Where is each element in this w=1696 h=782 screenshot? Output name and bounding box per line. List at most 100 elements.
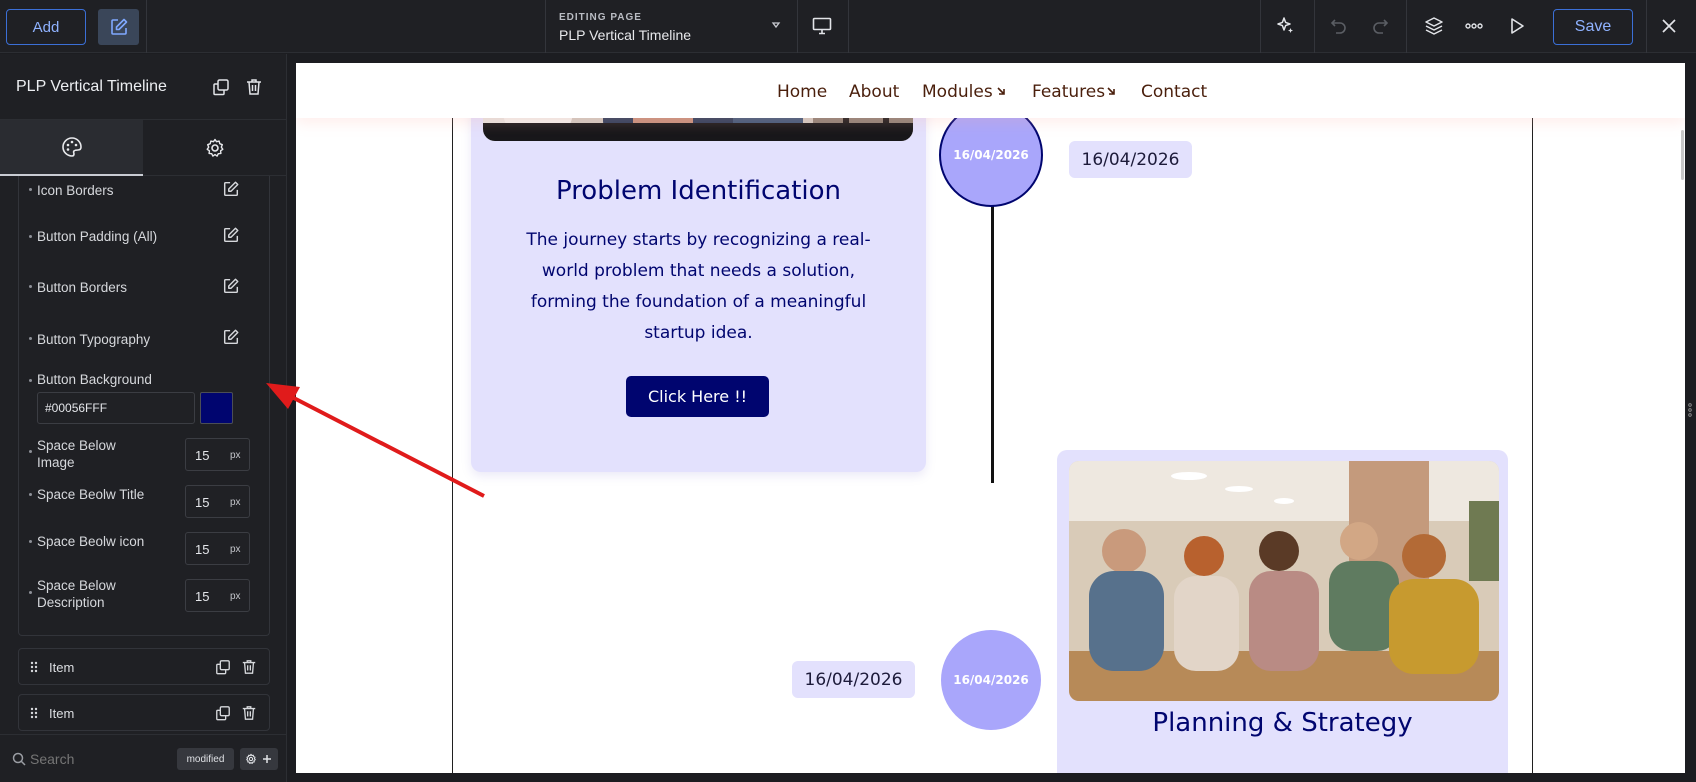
- unit: px: [230, 544, 241, 555]
- timeline-date-circle: 16/04/2026: [941, 630, 1041, 730]
- edit-mode-button[interactable]: [98, 9, 139, 45]
- close-button[interactable]: [1652, 9, 1686, 43]
- palette-icon: [61, 137, 82, 157]
- container-guide-right: [1532, 63, 1533, 773]
- delete-module-button[interactable]: [237, 70, 271, 104]
- item-label: Item: [49, 706, 75, 721]
- more-dots-icon: [1465, 23, 1483, 29]
- item-label: Item: [49, 660, 75, 675]
- field-label: Button Background: [37, 372, 152, 387]
- nav-features[interactable]: Features: [1032, 82, 1105, 102]
- panel-header: PLP Vertical Timeline: [0, 54, 287, 120]
- list-item[interactable]: Item: [18, 694, 270, 731]
- button-background-input[interactable]: #00056FFF: [37, 392, 195, 424]
- date-badge: 16/04/2026: [792, 661, 915, 698]
- copy-icon[interactable]: [215, 705, 231, 721]
- bullet: [29, 188, 32, 191]
- ai-assist-button[interactable]: [1268, 9, 1302, 43]
- list-item[interactable]: Item: [18, 648, 270, 685]
- field-icon-borders[interactable]: Icon Borders: [19, 176, 271, 216]
- page-canvas: Problem Identification The journey start…: [296, 63, 1685, 773]
- undo-icon: [1330, 19, 1346, 34]
- layers-icon: [1425, 17, 1443, 35]
- field-label: Space Below Description: [37, 578, 116, 610]
- plus-icon: [263, 755, 271, 763]
- edit-icon[interactable]: [222, 226, 240, 244]
- filter-settings-button[interactable]: [240, 748, 278, 770]
- panel-footer: modified: [0, 734, 287, 782]
- value: 15: [195, 448, 210, 463]
- field-button-borders[interactable]: Button Borders: [19, 274, 271, 314]
- field-button-padding[interactable]: Button Padding (All): [19, 223, 271, 263]
- unit: px: [230, 591, 241, 602]
- field-label: Space Beolw icon: [37, 534, 145, 549]
- arrow-down-right-icon: [1107, 87, 1115, 95]
- value: 15: [195, 542, 210, 557]
- field-label: Button Borders: [37, 280, 128, 295]
- sparkle-icon: [1277, 17, 1293, 33]
- layers-button[interactable]: [1417, 9, 1451, 43]
- card-title: Problem Identification: [555, 176, 842, 206]
- pencil-square-icon: [110, 18, 127, 35]
- nav-modules[interactable]: Modules: [922, 82, 993, 102]
- field-label: Space Beolw Title: [37, 487, 145, 502]
- click-here-button[interactable]: Click Here !!: [626, 376, 769, 417]
- copy-icon[interactable]: [215, 659, 231, 675]
- edit-icon[interactable]: [222, 328, 240, 346]
- drag-handle-icon[interactable]: [30, 707, 38, 719]
- tab-settings[interactable]: [143, 120, 287, 176]
- redo-button[interactable]: [1363, 9, 1397, 43]
- container-guide-left: [452, 63, 453, 773]
- field-button-typography[interactable]: Button Typography: [19, 325, 271, 365]
- monitor-icon: [812, 17, 832, 35]
- gear-icon: [206, 138, 224, 157]
- save-button[interactable]: Save: [1553, 9, 1633, 45]
- space-below-description-input[interactable]: 15 px: [185, 579, 250, 612]
- button-background-swatch[interactable]: [200, 392, 233, 424]
- undo-button[interactable]: [1322, 9, 1356, 43]
- trash-icon[interactable]: [241, 659, 257, 675]
- duplicate-module-button[interactable]: [204, 70, 238, 104]
- card-image: [1069, 461, 1499, 701]
- search-icon: [12, 752, 26, 766]
- search-input[interactable]: [30, 748, 170, 770]
- nav-about[interactable]: About: [849, 82, 899, 102]
- trash-icon: [247, 79, 261, 95]
- value: 15: [195, 589, 210, 604]
- desktop-preview-button[interactable]: [805, 9, 839, 43]
- field-label: Button Typography: [37, 332, 151, 347]
- drag-handle-icon[interactable]: [30, 661, 38, 673]
- timeline-card[interactable]: Problem Identification The journey start…: [471, 63, 926, 472]
- redo-icon: [1373, 19, 1389, 34]
- more-options-button[interactable]: [1457, 9, 1491, 43]
- play-icon: [1511, 18, 1524, 34]
- canvas-scrollbar[interactable]: [1681, 130, 1684, 180]
- nav-contact[interactable]: Contact: [1141, 82, 1207, 102]
- bullet: [29, 540, 32, 543]
- modified-filter-badge[interactable]: modified: [177, 748, 234, 770]
- preview-play-button[interactable]: [1500, 9, 1534, 43]
- team-meeting-photo: [1069, 461, 1499, 701]
- space-below-icon-input[interactable]: 15 px: [185, 532, 250, 565]
- edit-icon[interactable]: [222, 277, 240, 295]
- date-badge: 16/04/2026: [1069, 141, 1192, 178]
- space-below-image-input[interactable]: 15 px: [185, 438, 250, 471]
- bullet: [29, 450, 32, 453]
- panel-title: PLP Vertical Timeline: [16, 78, 167, 95]
- space-below-title-input[interactable]: 15 px: [185, 485, 250, 518]
- timeline-card[interactable]: Planning & Strategy: [1057, 450, 1508, 773]
- bullet: [29, 337, 32, 340]
- card-description: The journey starts by recognizing a real…: [526, 230, 871, 343]
- editor-toolbar: Add EDITING PAGE PLP Vertical Timeline S…: [0, 0, 1696, 53]
- editing-page-label: EDITING PAGE: [559, 12, 642, 23]
- trash-icon[interactable]: [241, 705, 257, 721]
- chevron-down-icon: [771, 22, 781, 29]
- close-icon: [1662, 19, 1676, 33]
- nav-home[interactable]: Home: [777, 82, 827, 102]
- edit-icon[interactable]: [222, 180, 240, 198]
- tab-style[interactable]: [0, 120, 143, 176]
- field-label: Icon Borders: [37, 183, 114, 198]
- page-selector[interactable]: EDITING PAGE PLP Vertical Timeline: [545, 0, 791, 53]
- add-button[interactable]: Add: [6, 9, 86, 45]
- resize-handle-icon[interactable]: [1686, 400, 1694, 420]
